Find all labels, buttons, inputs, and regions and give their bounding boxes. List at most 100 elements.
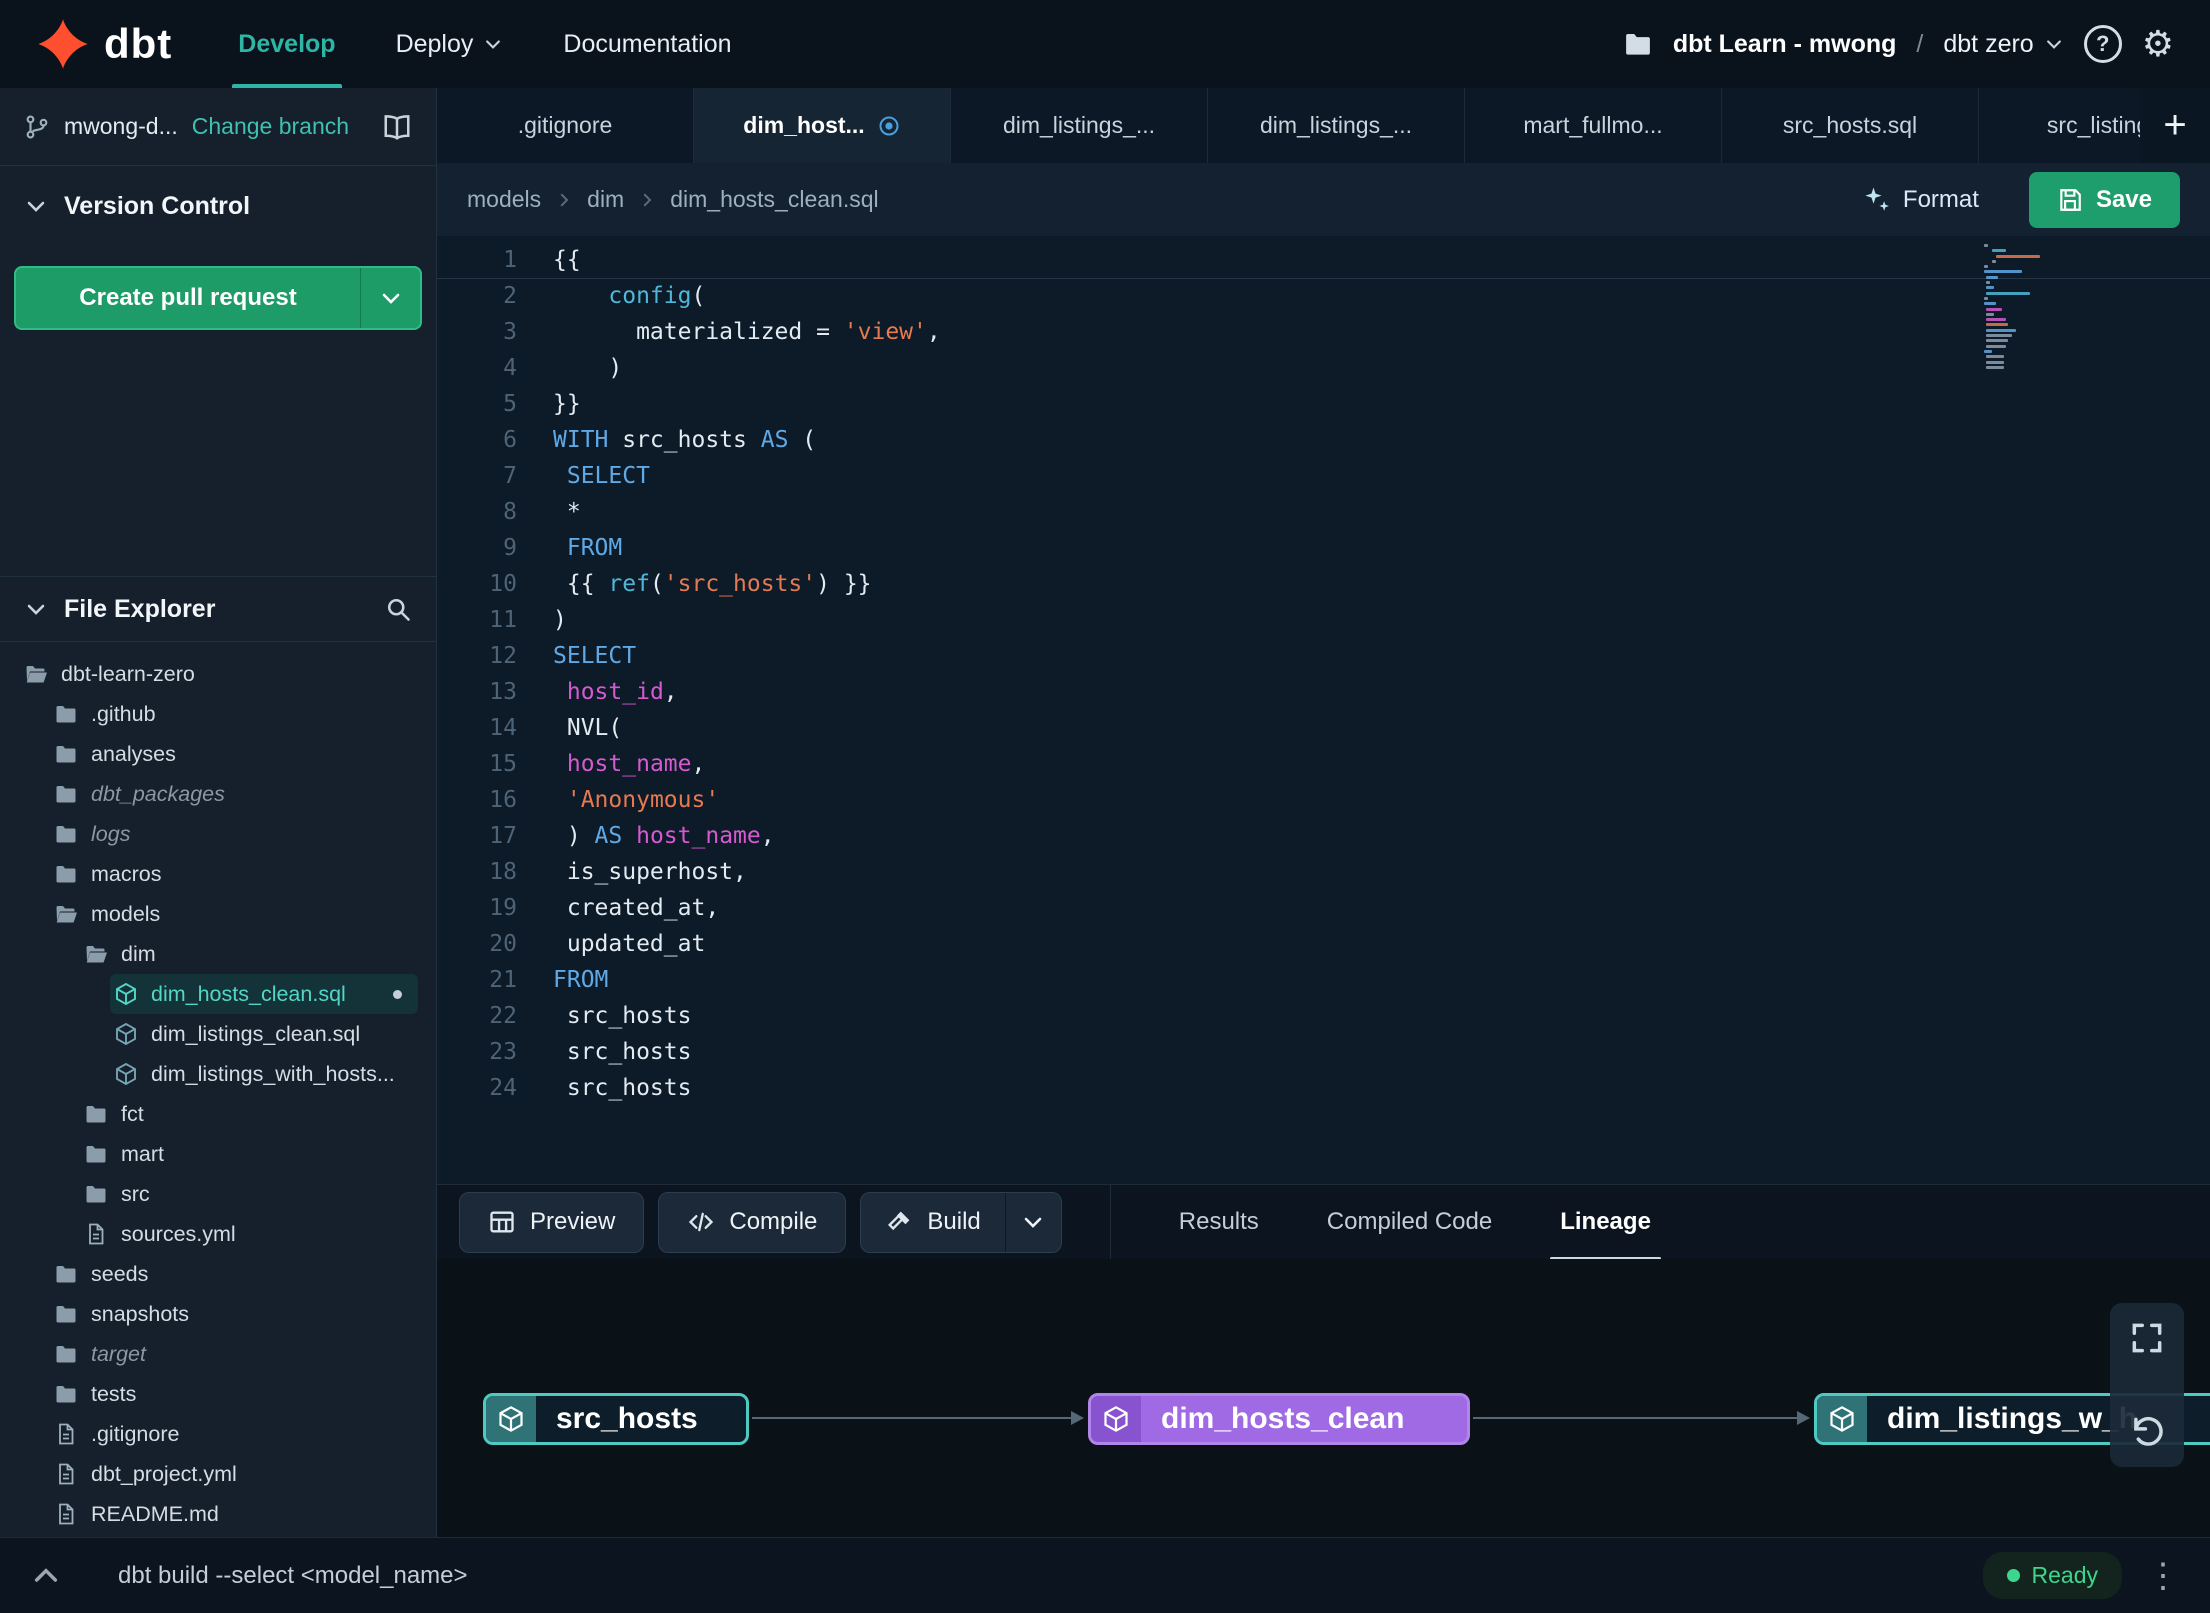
tree-item-fct[interactable]: fct [80, 1094, 418, 1134]
tab-.gitignore[interactable]: .gitignore [437, 88, 694, 163]
docs-book-icon[interactable] [382, 112, 412, 142]
tab-dim_host...[interactable]: dim_host... [694, 88, 951, 163]
tab-mart_fullmo...[interactable]: mart_fullmo... [1465, 88, 1722, 163]
sparkles-icon [1861, 185, 1891, 215]
code-line-15[interactable]: 15 host_name, [437, 746, 2210, 782]
code-line-18[interactable]: 18 is_superhost, [437, 854, 2210, 890]
tree-item-analyses[interactable]: analyses [50, 734, 418, 774]
gear-icon[interactable]: ⚙ [2142, 26, 2174, 62]
code-line-21[interactable]: 21 FROM [437, 962, 2210, 998]
code-line-12[interactable]: 12 SELECT [437, 638, 2210, 674]
tree-item-src[interactable]: src [80, 1174, 418, 1214]
new-tab-button[interactable]: + [2140, 88, 2210, 163]
preview-button[interactable]: Preview [459, 1191, 645, 1253]
code-line-10[interactable]: 10 {{ ref('src_hosts') }} [437, 566, 2210, 602]
code-line-11[interactable]: 11) [437, 602, 2210, 638]
tree-item-dim_listings_clean.sql[interactable]: dim_listings_clean.sql [110, 1014, 418, 1054]
overflow-menu-icon[interactable]: ⋮ [2146, 1559, 2180, 1593]
panel-tab-results[interactable]: Results [1145, 1185, 1293, 1260]
lineage-node-dim_hosts_clean[interactable]: dim_hosts_clean [1088, 1393, 1470, 1445]
build-dropdown[interactable] [1004, 1192, 1061, 1252]
environment-selector[interactable]: dbt zero [1943, 30, 2063, 59]
breadcrumb-models[interactable]: models [467, 186, 541, 213]
lineage-canvas[interactable]: src_hosts dim_hosts_clean dim_listings_w_h [437, 1259, 2210, 1537]
tree-item-README.md[interactable]: README.md [50, 1494, 418, 1534]
preview-label: Preview [530, 1208, 616, 1235]
folder-icon [84, 1102, 108, 1126]
minimap[interactable] [1984, 244, 2040, 371]
code-line-14[interactable]: 14 NVL( [437, 710, 2210, 746]
file-explorer-header[interactable]: File Explorer [0, 576, 436, 642]
create-pull-request-label[interactable]: Create pull request [16, 268, 360, 328]
tree-item-mart[interactable]: mart [80, 1134, 418, 1174]
code-line-2[interactable]: 2 config( [437, 278, 2210, 314]
fullscreen-icon[interactable] [2128, 1319, 2166, 1357]
chevron-up-icon[interactable] [30, 1560, 62, 1592]
tree-item-seeds[interactable]: seeds [50, 1254, 418, 1294]
tree-item-dim_listings_with_hosts...[interactable]: dim_listings_with_hosts... [110, 1054, 418, 1094]
reset-view-icon[interactable] [2128, 1413, 2166, 1451]
code-line-13[interactable]: 13 host_id, [437, 674, 2210, 710]
create-pull-request-button[interactable]: Create pull request [14, 266, 422, 330]
folder-icon [54, 782, 78, 806]
tree-item-macros[interactable]: macros [50, 854, 418, 894]
code-text: ) [553, 607, 567, 633]
tab-src_listings.[interactable]: src_listings. [1979, 88, 2140, 163]
help-icon[interactable]: ? [2083, 25, 2122, 63]
nav-develop[interactable]: Develop [232, 0, 342, 88]
tree-item-logs[interactable]: logs [50, 814, 418, 854]
tree-item-dim_hosts_clean.sql[interactable]: dim_hosts_clean.sql [110, 974, 418, 1014]
change-branch-link[interactable]: Change branch [192, 113, 349, 140]
code-line-19[interactable]: 19 created_at, [437, 890, 2210, 926]
code-line-9[interactable]: 9 FROM [437, 530, 2210, 566]
tree-item-dim[interactable]: dim [80, 934, 418, 974]
code-line-17[interactable]: 17 ) AS host_name, [437, 818, 2210, 854]
code-line-1[interactable]: 1 {{ [437, 242, 2210, 278]
code-line-24[interactable]: 24 src_hosts [437, 1070, 2210, 1106]
panel-tab-compiled-code[interactable]: Compiled Code [1293, 1185, 1526, 1260]
code-line-8[interactable]: 8 * [437, 494, 2210, 530]
code-line-5[interactable]: 5}} [437, 386, 2210, 422]
pull-request-dropdown[interactable] [360, 268, 420, 328]
dbt-logo-text: dbt [104, 20, 173, 67]
tree-item-dbt-learn-zero[interactable]: dbt-learn-zero [20, 654, 418, 694]
code-line-4[interactable]: 4 ) [437, 350, 2210, 386]
line-number: 20 [489, 931, 517, 957]
lineage-node-src_hosts[interactable]: src_hosts [483, 1393, 749, 1445]
tree-item-tests[interactable]: tests [50, 1374, 418, 1414]
code-line-22[interactable]: 22 src_hosts [437, 998, 2210, 1034]
tab-dim_listings_...[interactable]: dim_listings_... [1208, 88, 1465, 163]
tab-dim_listings_...[interactable]: dim_listings_... [951, 88, 1208, 163]
tree-item-target[interactable]: target [50, 1334, 418, 1374]
tree-item-.github[interactable]: .github [50, 694, 418, 734]
tree-item-models[interactable]: models [50, 894, 418, 934]
format-button[interactable]: Format [1861, 185, 1979, 215]
code-line-20[interactable]: 20 updated_at [437, 926, 2210, 962]
dbt-logo[interactable]: dbt [36, 0, 172, 88]
code-editor[interactable]: 1{{2 config(3 materialized = 'view', 4 ) 5… [437, 236, 2210, 1184]
command-input[interactable]: dbt build --select <model_name> [118, 1562, 468, 1590]
breadcrumb-dim[interactable]: dim [587, 186, 624, 213]
code-line-16[interactable]: 16 'Anonymous' [437, 782, 2210, 818]
compile-button[interactable]: Compile [658, 1191, 847, 1253]
tree-item-dbt_packages[interactable]: dbt_packages [50, 774, 418, 814]
tree-item-.gitignore[interactable]: .gitignore [50, 1414, 418, 1454]
version-control-header[interactable]: Version Control [0, 166, 436, 246]
code-line-23[interactable]: 23 src_hosts [437, 1034, 2210, 1070]
model-cube-icon [486, 1396, 536, 1442]
tree-item-dbt_project.yml[interactable]: dbt_project.yml [50, 1454, 418, 1494]
nav-deploy[interactable]: Deploy [396, 0, 504, 88]
search-icon[interactable] [384, 595, 412, 623]
tree-item-label: .github [91, 701, 156, 726]
save-button[interactable]: Save [2028, 171, 2180, 228]
build-button[interactable]: Build [861, 1193, 1004, 1252]
code-line-7[interactable]: 7 SELECT [437, 458, 2210, 494]
code-text: SELECT [566, 463, 650, 489]
panel-tab-lineage[interactable]: Lineage [1526, 1185, 1685, 1260]
code-line-6[interactable]: 6 WITH src_hosts AS ( [437, 422, 2210, 458]
tree-item-sources.yml[interactable]: sources.yml [80, 1214, 418, 1254]
code-line-3[interactable]: 3 materialized = 'view', [437, 314, 2210, 350]
tab-src_hosts.sql[interactable]: src_hosts.sql [1722, 88, 1979, 163]
nav-documentation[interactable]: Documentation [563, 0, 731, 88]
tree-item-snapshots[interactable]: snapshots [50, 1294, 418, 1334]
